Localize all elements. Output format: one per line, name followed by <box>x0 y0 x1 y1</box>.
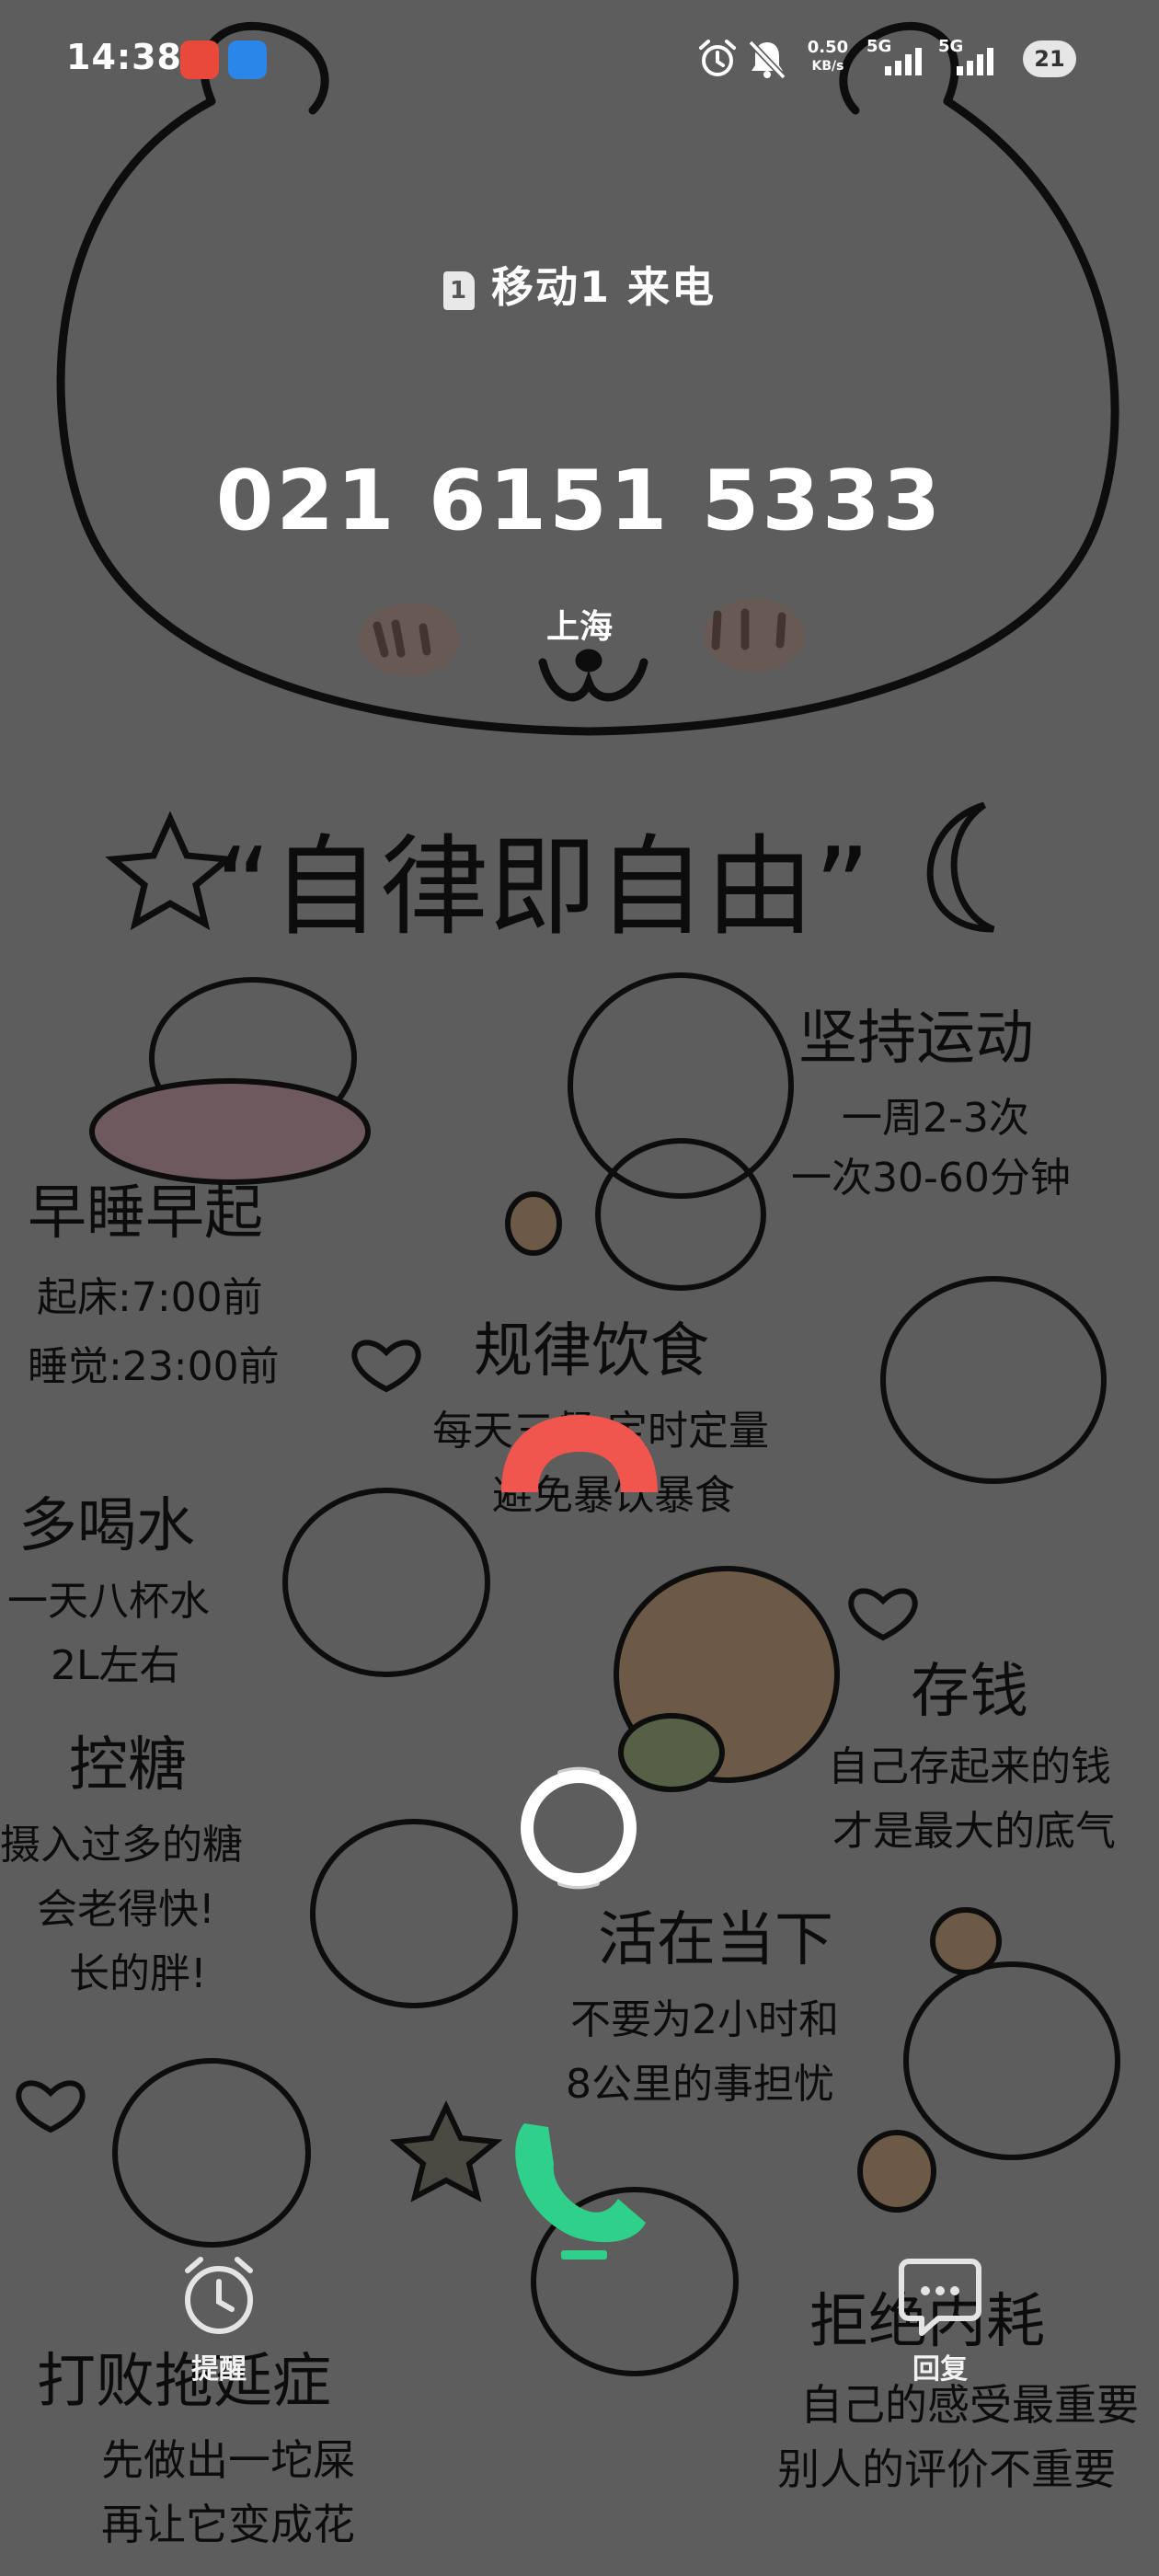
swipe-answer-handle[interactable] <box>510 1759 648 1897</box>
svg-text:控糖: 控糖 <box>69 1731 187 1800</box>
svg-text:早睡早起: 早睡早起 <box>28 1179 263 1248</box>
mute-bell-icon <box>748 40 786 80</box>
svg-text:再让它变成花: 再让它变成花 <box>101 2500 355 2549</box>
svg-text:规律饮食: 规律饮食 <box>474 1317 709 1386</box>
svg-text:才是最大的底气: 才是最大的底气 <box>832 1808 1116 1855</box>
svg-text:一天八杯水: 一天八杯水 <box>7 1578 210 1625</box>
incoming-call-label: 1 移动1 来电 <box>0 254 1159 315</box>
sim-card-icon: 1 <box>442 270 475 310</box>
network-speed: 0.50 KB/s <box>807 38 849 75</box>
reply-message-button[interactable]: 回复 <box>876 2252 1004 2386</box>
app-badge-icon <box>228 40 267 79</box>
answer-phone-icon <box>515 2123 646 2243</box>
status-bar: 14:38 0.50 KB/s 5G 5G 21 <box>0 0 1159 120</box>
svg-text:活在当下: 活在当下 <box>598 1906 833 1974</box>
svg-text:一周2-3次: 一周2-3次 <box>842 1095 1029 1142</box>
svg-text:起床:7:00前: 起床:7:00前 <box>37 1274 263 1321</box>
svg-text:自己存起来的钱: 自己存起来的钱 <box>828 1743 1111 1790</box>
svg-text:会老得快!: 会老得快! <box>37 1886 215 1933</box>
svg-text:坚持运动: 坚持运动 <box>798 1005 1034 1073</box>
svg-text:自己的感受最重要: 自己的感受最重要 <box>800 2380 1139 2430</box>
svg-text:长的胖!: 长的胖! <box>69 1950 207 1997</box>
svg-text:8公里的事担忧: 8公里的事担忧 <box>566 2061 834 2108</box>
svg-text:摄入过多的糖: 摄入过多的糖 <box>0 1822 243 1869</box>
reminder-button[interactable]: 提醒 <box>155 2252 283 2386</box>
reminder-label: 提醒 <box>191 2353 247 2386</box>
caller-location: 上海 <box>545 608 613 646</box>
app-badge-icon <box>180 40 219 79</box>
svg-text:多喝水: 多喝水 <box>18 1492 195 1560</box>
caller-line-text: 移动1 来电 <box>490 262 717 312</box>
svg-text:别人的评价不重要: 别人的评价不重要 <box>777 2444 1116 2494</box>
status-clock: 14:38 <box>66 37 182 77</box>
signal-icon <box>957 48 993 75</box>
svg-text:存钱: 存钱 <box>911 1658 1028 1726</box>
caller-phone-number: 021 6151 5333 <box>215 453 944 549</box>
message-bubble-icon <box>899 2259 981 2336</box>
answer-call-button[interactable] <box>497 2107 662 2263</box>
svg-text:一次30-60分钟: 一次30-60分钟 <box>791 1155 1071 1202</box>
battery-icon: 21 <box>1023 40 1076 77</box>
reply-label: 回复 <box>912 2353 968 2386</box>
alarm-clock-icon <box>185 2257 253 2334</box>
signal-icon <box>885 48 922 75</box>
svg-text:2L左右: 2L左右 <box>51 1642 180 1689</box>
decline-phone-icon <box>501 1415 658 1492</box>
svg-text:先做出一坨屎: 先做出一坨屎 <box>101 2435 355 2485</box>
alarm-icon <box>699 40 736 76</box>
svg-text:睡觉:23:00前: 睡觉:23:00前 <box>28 1343 280 1390</box>
wallpaper-title: “自律即自由” <box>215 823 870 950</box>
svg-text:不要为2小时和: 不要为2小时和 <box>570 1996 839 2043</box>
decline-call-button[interactable] <box>492 1408 667 1500</box>
